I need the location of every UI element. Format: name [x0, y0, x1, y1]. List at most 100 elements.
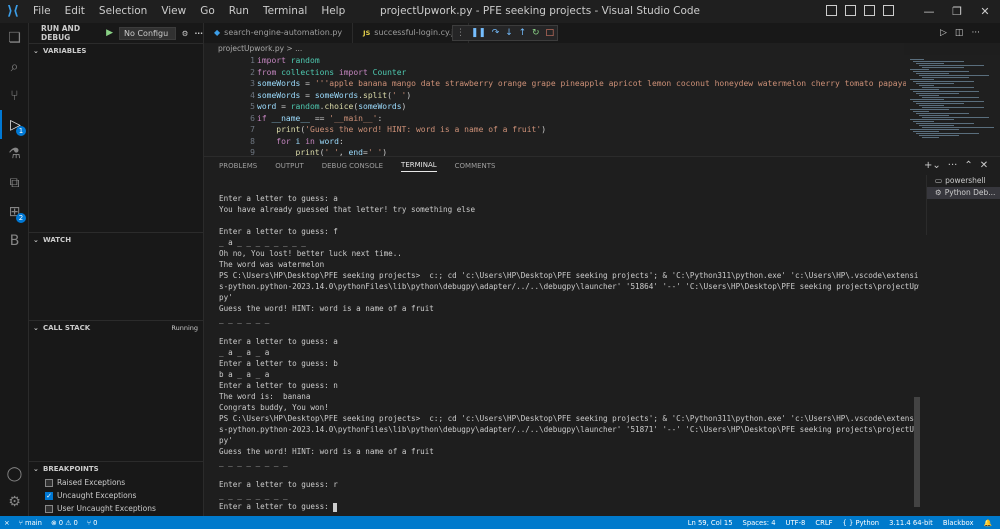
tab-comments[interactable]: COMMENTS — [455, 162, 496, 170]
line-number[interactable]: 5 — [204, 101, 261, 113]
step-into-icon[interactable]: ↓ — [505, 28, 513, 38]
menu-file[interactable]: File — [26, 0, 58, 23]
extensions-icon[interactable]: ⊞ 2 — [0, 197, 29, 226]
line-number[interactable]: 9 — [204, 147, 261, 156]
tab-debug-console[interactable]: DEBUG CONSOLE — [322, 162, 383, 170]
minimap-line — [919, 75, 989, 76]
watch-section[interactable]: ⌄ WATCH — [29, 232, 204, 246]
checkbox[interactable] — [45, 504, 53, 513]
run-file-icon[interactable]: ▷ — [940, 23, 947, 43]
start-debugging-icon[interactable]: ▶ — [106, 28, 113, 38]
terminal-scrollbar[interactable] — [914, 397, 920, 507]
menu-run[interactable]: Run — [222, 0, 256, 23]
line-number[interactable]: 7 — [204, 124, 261, 136]
drag-handle-icon[interactable]: ⋮ — [456, 28, 465, 38]
code-line[interactable]: 2 from collections import Counter — [204, 67, 906, 79]
close-button[interactable]: ✕ — [971, 0, 999, 23]
line-number[interactable]: 3 — [204, 78, 261, 90]
debug-config-select[interactable]: No Configu — [119, 26, 176, 40]
more-icon[interactable]: ··· — [194, 29, 203, 38]
manage-gear-icon[interactable]: ⚙ — [0, 487, 29, 516]
code-line[interactable]: 6 if __name__ == '__main__': — [204, 113, 906, 125]
menu-view[interactable]: View — [154, 0, 193, 23]
toggle-primary-sidebar-icon[interactable] — [826, 5, 837, 16]
menu-help[interactable]: Help — [314, 0, 352, 23]
run-debug-icon[interactable]: ▷ 1 — [0, 110, 29, 139]
tab-search-engine-automation[interactable]: ◆ search-engine-automation.py — [204, 23, 354, 43]
minimize-button[interactable]: — — [915, 0, 943, 23]
terminal-item-powershell[interactable]: ▭ powershell — [927, 175, 1000, 187]
tab-output[interactable]: OUTPUT — [275, 162, 304, 170]
line-number[interactable]: 6 — [204, 113, 261, 125]
remote-icon[interactable]: ⨯ — [4, 519, 10, 527]
code-line[interactable]: 9 print('_', end=' ') — [204, 147, 906, 156]
line-number[interactable]: 2 — [204, 67, 261, 79]
encoding[interactable]: UTF-8 — [786, 519, 806, 527]
line-number[interactable]: 8 — [204, 136, 261, 148]
gear-icon[interactable]: ⚙ — [182, 29, 189, 38]
menu-terminal[interactable]: Terminal — [256, 0, 314, 23]
code-line[interactable]: 5 word = random.choice(someWords) — [204, 101, 906, 113]
call-stack-section[interactable]: ⌄ CALL STACK Running — [29, 320, 204, 334]
split-editor-icon[interactable]: ◫ — [955, 23, 964, 43]
breakpoint-uncaught-exceptions[interactable]: ✓ Uncaught Exceptions — [45, 491, 136, 500]
line-number[interactable]: 4 — [204, 90, 261, 102]
code-line[interactable]: 7 print('Guess the word! HINT: word is a… — [204, 124, 906, 136]
testing-icon[interactable]: ⚗ — [0, 139, 29, 168]
toggle-panel-icon[interactable] — [845, 5, 856, 16]
customize-layout-icon[interactable] — [883, 5, 894, 16]
menu-selection[interactable]: Selection — [92, 0, 154, 23]
restart-icon[interactable]: ↻ — [532, 28, 540, 38]
variables-section[interactable]: ⌄ VARIABLES — [29, 43, 204, 57]
breakpoint-user-uncaught-exceptions[interactable]: User Uncaught Exceptions — [45, 504, 156, 513]
cursor-position[interactable]: Ln 59, Col 15 — [688, 519, 733, 527]
source-control-icon[interactable]: ⑂ — [0, 81, 29, 110]
menu-edit[interactable]: Edit — [58, 0, 92, 23]
breadcrumb[interactable]: projectUpwork.py > ... — [204, 43, 904, 55]
end-of-line[interactable]: CRLF — [815, 519, 832, 527]
tab-problems[interactable]: PROBLEMS — [219, 162, 257, 170]
line-text: print('_', end=' ') — [295, 148, 388, 156]
menu-go[interactable]: Go — [193, 0, 222, 23]
code-line[interactable]: 4 someWords = someWords.split(' ') — [204, 90, 906, 102]
branch-indicator[interactable]: ⑂ main — [19, 519, 42, 527]
close-panel-icon[interactable]: ✕ — [980, 160, 988, 171]
maximize-panel-icon[interactable]: ⌃ — [964, 160, 972, 171]
pause-icon[interactable]: ❚❚ — [471, 28, 486, 38]
stop-icon[interactable]: □ — [545, 28, 554, 38]
code-line[interactable]: 8 for i in word: — [204, 136, 906, 148]
terminal-line: Enter a letter to guess: a — [219, 337, 338, 346]
more-icon[interactable]: ··· — [948, 160, 958, 171]
tab-terminal[interactable]: TERMINAL — [401, 161, 437, 172]
breakpoints-section[interactable]: ⌄ BREAKPOINTS — [29, 461, 204, 475]
b-icon[interactable]: B — [0, 226, 29, 255]
python-interpreter[interactable]: 3.11.4 64-bit — [889, 519, 933, 527]
step-out-icon[interactable]: ↑ — [519, 28, 527, 38]
checkbox-checked[interactable]: ✓ — [45, 491, 53, 500]
terminal-output[interactable]: Enter a letter to guess: a You have alrea… — [219, 193, 919, 513]
code-line[interactable]: 1 import random — [204, 55, 906, 67]
accounts-icon[interactable]: ◯ — [0, 459, 29, 488]
language-mode[interactable]: { } Python — [843, 519, 880, 527]
minimap[interactable] — [906, 55, 1000, 156]
terminal-line: You have already guessed that letter! tr… — [219, 205, 476, 214]
code-editor[interactable]: 1 import random 2 from collections import C… — [204, 55, 906, 156]
new-terminal-icon[interactable]: +⌄ — [924, 160, 941, 171]
more-actions-icon[interactable]: ··· — [971, 23, 980, 43]
remote-explorer-icon[interactable]: ⧉ — [0, 168, 29, 197]
problems-indicator[interactable]: ⊗ 0 ⚠ 0 — [51, 519, 78, 527]
line-number[interactable]: 1 — [204, 55, 261, 67]
notifications-icon[interactable]: 🔔 — [984, 519, 992, 527]
explorer-icon[interactable]: ❏ — [0, 23, 29, 52]
breakpoint-raised-exceptions[interactable]: Raised Exceptions — [45, 478, 125, 487]
code-line[interactable]: 3 someWords = '''apple banana mango date … — [204, 78, 906, 90]
indentation[interactable]: Spaces: 4 — [743, 519, 776, 527]
terminal-item-python-debug[interactable]: ⚙ Python Deb... — [927, 187, 1000, 199]
checkbox[interactable] — [45, 478, 53, 487]
ports-indicator[interactable]: ⑂ 0 — [87, 519, 98, 527]
step-over-icon[interactable]: ↷ — [492, 28, 500, 38]
blackbox-extension[interactable]: Blackbox — [943, 519, 974, 527]
search-icon[interactable]: ⌕ — [0, 52, 29, 81]
maximize-button[interactable]: ❐ — [943, 0, 971, 23]
toggle-secondary-sidebar-icon[interactable] — [864, 5, 875, 16]
